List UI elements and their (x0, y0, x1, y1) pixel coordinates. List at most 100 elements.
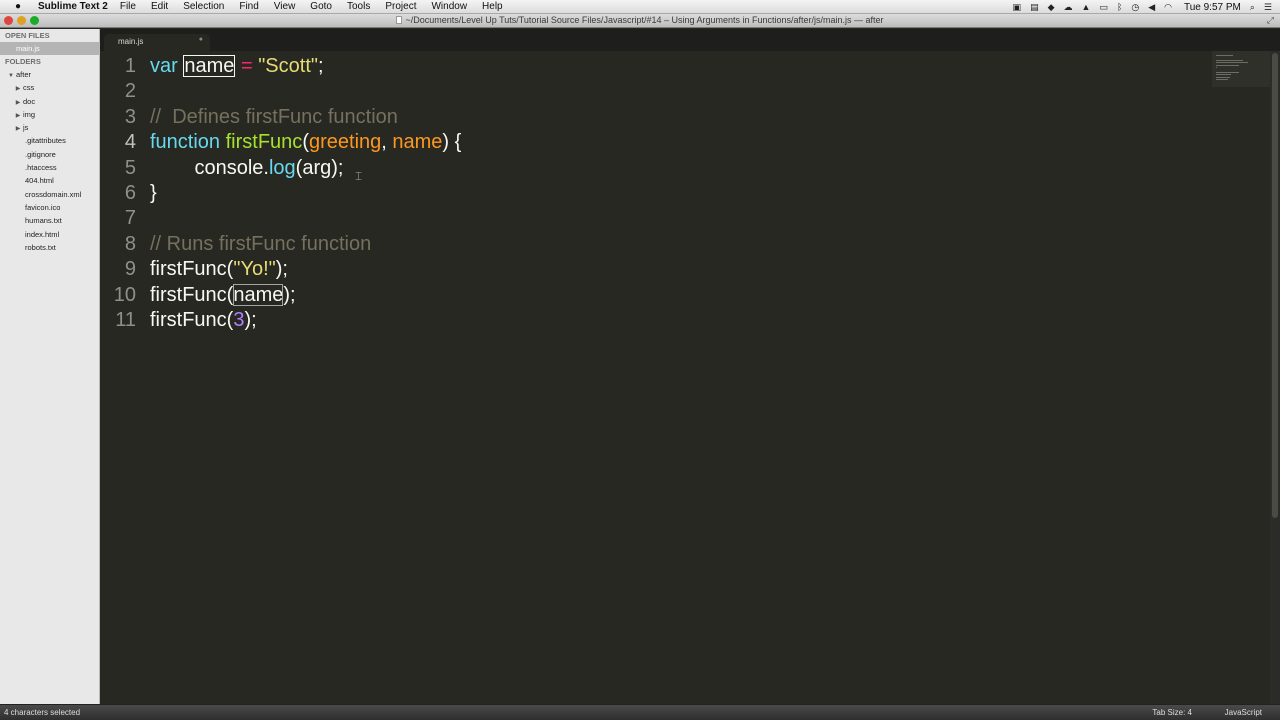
tab-bar: main.js ● (100, 29, 1280, 51)
drive-icon[interactable]: ▲ (1082, 2, 1091, 12)
menu-goto[interactable]: Goto (310, 1, 332, 12)
code-line[interactable]: 3 // Defines firstFunc function (100, 105, 1212, 130)
line-number: 6 (124, 182, 136, 204)
window-title: ~/Documents/Level Up Tuts/Tutorial Sourc… (0, 15, 1280, 25)
code-text: firstFunc(name); (150, 283, 296, 308)
code-token: // Defines firstFunc function (150, 105, 398, 128)
fullscreen-icon[interactable]: ⤢ (1267, 15, 1274, 26)
vertical-scrollbar[interactable] (1270, 51, 1280, 704)
line-number: 2 (124, 80, 136, 103)
search-icon[interactable]: ⌕ (1250, 2, 1255, 13)
folder-label: after (16, 70, 32, 79)
app-menu[interactable]: Sublime Text 2 (38, 1, 108, 12)
file-item[interactable]: crossdomain.xml (0, 188, 99, 201)
disclosure-closed-icon[interactable]: ▶ (13, 123, 23, 136)
code-token: (arg); (295, 156, 344, 179)
code-text: console.log(arg); (150, 156, 343, 181)
menu-edit[interactable]: Edit (151, 1, 168, 12)
file-item[interactable]: humans.txt (0, 214, 99, 227)
audio-icon[interactable]: ◆ (1048, 2, 1055, 13)
code-line[interactable]: 4 function firstFunc(greeting, name) { (100, 130, 1212, 155)
menu-bar-clock[interactable]: Tue 9:57 PM (1184, 2, 1241, 13)
disk-icon[interactable]: ▤ (1030, 2, 1039, 13)
menu-bar-status-area: ▣ ▤ ◆ ☁ ▲ ▭ ᛒ ◷ ◀ ◠ Tue 9:57 PM ⌕ ☰ (1004, 0, 1272, 14)
tab-label: main.js (118, 37, 144, 46)
minimap[interactable] (1212, 51, 1270, 87)
unsaved-dot-icon[interactable]: ● (199, 36, 203, 43)
selected-text: name (183, 55, 236, 77)
list-icon[interactable]: ☰ (1264, 2, 1272, 13)
menu-view[interactable]: View (274, 1, 296, 12)
code-token: "Yo!" (233, 258, 276, 281)
code-line[interactable]: 7 (100, 206, 1212, 231)
file-item[interactable]: favicon.ico (0, 201, 99, 214)
scrollbar-thumb[interactable] (1272, 53, 1278, 518)
menu-window[interactable]: Window (431, 1, 467, 12)
bluetooth-icon[interactable]: ᛒ (1117, 2, 1122, 12)
folder-doc[interactable]: ▶ doc (0, 95, 99, 108)
code-token: ( (302, 131, 309, 154)
menu-tools[interactable]: Tools (347, 1, 370, 12)
video-icon[interactable]: ▣ (1013, 2, 1022, 13)
minimap-line (1216, 76, 1231, 78)
volume-icon[interactable]: ◀ (1148, 2, 1155, 13)
code-token: ) { (442, 131, 462, 154)
syntax-selector[interactable]: JavaScript (1225, 708, 1262, 717)
menu-file[interactable]: File (120, 1, 136, 12)
code-token: firstFunc( (150, 283, 234, 306)
wifi-icon[interactable]: ◠ (1164, 2, 1172, 13)
cloud-icon[interactable]: ☁ (1064, 2, 1073, 13)
menu-find[interactable]: Find (239, 1, 258, 12)
code-token: 3 (233, 309, 245, 331)
code-line[interactable]: 1 var name = "Scott"; (100, 54, 1212, 79)
code-text: firstFunc("Yo!"); (150, 257, 288, 282)
menu-project[interactable]: Project (385, 1, 416, 12)
file-item[interactable]: index.html (0, 228, 99, 241)
code-token: var (150, 55, 178, 77)
line-number: 7 (124, 207, 136, 230)
code-line[interactable]: 11 firstFunc(3); (100, 308, 1212, 333)
file-item[interactable]: .gitignore (0, 148, 99, 161)
code-line[interactable]: 10 firstFunc(name); (100, 283, 1212, 308)
code-token: function (150, 131, 221, 154)
code-token: ; (317, 55, 324, 77)
menu-selection[interactable]: Selection (183, 1, 224, 12)
code-line[interactable]: 6} (100, 181, 1212, 206)
minimap-line (1216, 67, 1217, 68)
code-token: ); (244, 309, 257, 331)
code-line[interactable]: 5 console.log(arg); (100, 156, 1212, 181)
tab-main-js[interactable]: main.js ● (104, 34, 210, 51)
folder-after[interactable]: ▼ after (0, 68, 99, 81)
code-text: var name = "Scott"; (150, 54, 324, 79)
folder-js[interactable]: ▶ js (0, 121, 99, 134)
code-text: // Defines firstFunc function (150, 105, 398, 130)
code-token: firstFunc( (150, 309, 234, 331)
code-line[interactable]: 9 firstFunc("Yo!"); (100, 257, 1212, 282)
time-machine-icon[interactable]: ◷ (1131, 2, 1139, 13)
minimap-line (1216, 55, 1234, 56)
file-item[interactable]: robots.txt (0, 241, 99, 254)
match-highlight: name (233, 283, 284, 306)
code-line[interactable]: 2 (100, 79, 1212, 104)
menu-bar: ● Sublime Text 2 File Edit Selection Fin… (0, 0, 1280, 14)
code-token: , (381, 131, 393, 154)
file-item[interactable]: .htaccess (0, 161, 99, 174)
code-token: log (268, 156, 296, 179)
open-file-item[interactable]: main.js (0, 42, 99, 55)
folder-label: img (23, 109, 36, 119)
code-editor[interactable]: 1 var name = "Scott"; 2 3// Defines firstFu… (100, 51, 1280, 704)
minimap-line (1216, 59, 1243, 61)
folder-img[interactable]: ▶ img (0, 108, 99, 121)
menu-help[interactable]: Help (482, 1, 503, 12)
folder-css[interactable]: ▶ css (0, 81, 99, 94)
code-text: } (150, 181, 157, 206)
apple-menu-icon[interactable]: ● (6, 1, 30, 12)
tab-size-selector[interactable]: Tab Size: 4 (1152, 708, 1192, 717)
code-text: firstFunc(3); (150, 308, 257, 333)
code-token: ); (283, 283, 296, 306)
code-token: = (240, 55, 253, 77)
line-number: 4 (124, 131, 136, 154)
file-item[interactable]: 404.html (0, 174, 99, 187)
battery-icon[interactable]: ▭ (1099, 2, 1108, 13)
code-line[interactable]: 8 // Runs firstFunc function (100, 232, 1212, 257)
